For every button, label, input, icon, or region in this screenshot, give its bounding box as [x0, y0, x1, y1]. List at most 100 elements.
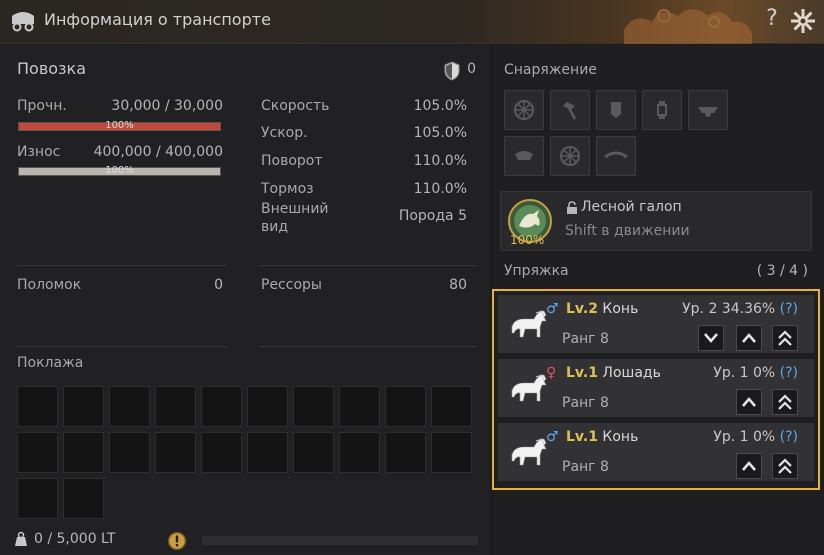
wheel-icon: [514, 100, 534, 120]
brake-value: 110.0%: [413, 181, 467, 197]
defense-value: 0: [467, 61, 476, 77]
move-up-button[interactable]: [736, 453, 762, 479]
cargo-slot[interactable]: [385, 386, 426, 427]
cargo-slot[interactable]: [293, 386, 334, 427]
equipment-slot-reins[interactable]: [596, 136, 636, 176]
skill-name: Лесной галоп: [581, 199, 682, 215]
horse-name: Lv.1 Лошадь: [566, 365, 661, 381]
cargo-slot[interactable]: [247, 386, 288, 427]
move-up-button[interactable]: [736, 389, 762, 415]
harness-count: ( 3 / 4 ): [756, 263, 808, 279]
help-button[interactable]: ?: [762, 6, 782, 31]
title-bar: Информация о транспорте ?: [0, 0, 824, 44]
horse-icon: [511, 438, 547, 466]
equipment-slot-wheel[interactable]: [504, 90, 544, 130]
appearance-label-line2: вид: [261, 219, 289, 235]
equipment-slot-banner[interactable]: [596, 90, 636, 130]
wear-bar: 100%: [18, 165, 221, 176]
horse-name: Lv.1 Конь: [566, 429, 638, 445]
skill-card[interactable]: 100% Лесной галоп Shift в движении: [500, 191, 812, 251]
appearance-value: Порода 5: [398, 208, 467, 224]
help-icon[interactable]: (?): [780, 301, 798, 317]
help-icon[interactable]: (?): [780, 429, 798, 445]
cargo-slot[interactable]: [63, 432, 104, 473]
harness-list: ♂ Lv.2 Конь Ур. 2 34.36% (?) Ранг 8 ♀ Lv.1 Ло…: [492, 289, 820, 490]
breakdowns-value: 0: [214, 277, 223, 293]
wear-pct: 100%: [105, 165, 134, 176]
weight-icon: [15, 531, 27, 546]
horse-xp-value: Ур. 1 0%: [713, 365, 780, 381]
harness-title: Упряжка: [504, 263, 569, 279]
vehicle-name: Повозка: [17, 59, 87, 78]
horse-row[interactable]: ♂ Lv.1 Конь Ур. 1 0% (?) Ранг 8: [498, 423, 814, 481]
equipment-slot-horse-armor[interactable]: [688, 90, 728, 130]
durability-pct: 100%: [105, 120, 134, 131]
durability-value: 30,000 / 30,000: [111, 98, 223, 114]
horse-rank: Ранг 8: [562, 331, 609, 347]
horse-level: Lv.2: [566, 301, 598, 317]
cargo-slot[interactable]: [109, 386, 150, 427]
equipment-title: Снаряжение: [504, 62, 597, 78]
horse-icon: [511, 310, 547, 338]
shield-icon: [444, 61, 460, 81]
reins-icon: [604, 151, 628, 159]
cargo-slot[interactable]: [385, 432, 426, 473]
horse-name: Lv.2 Конь: [566, 301, 638, 317]
turn-label: Поворот: [261, 153, 323, 169]
cargo-slot[interactable]: [17, 478, 58, 519]
cargo-slot[interactable]: [431, 432, 472, 473]
durability-bar: 100%: [18, 120, 221, 131]
cargo-slot[interactable]: [339, 432, 380, 473]
equipment-slot-saddle[interactable]: [504, 136, 544, 176]
horse-icon: [511, 374, 547, 402]
cargo-slot[interactable]: [339, 386, 380, 427]
cargo-title: Поклажа: [17, 355, 84, 371]
skill-key: Shift в движении: [565, 223, 690, 239]
horse-row[interactable]: ♀ Lv.1 Лошадь Ур. 1 0% (?) Ранг 8: [498, 359, 814, 417]
move-up-button[interactable]: [736, 325, 762, 351]
horse-type: Конь: [602, 429, 639, 445]
settings-gear-icon[interactable]: [790, 8, 816, 34]
banner-icon: [611, 102, 621, 118]
cargo-slot[interactable]: [201, 386, 242, 427]
axe-icon: [563, 102, 577, 120]
gender-icon: ♂: [546, 301, 559, 317]
appearance-label: Внешний вид: [261, 200, 329, 236]
equipment-slot-lantern[interactable]: [642, 90, 682, 130]
move-top-button[interactable]: [772, 389, 798, 415]
horse-rank: Ранг 8: [562, 459, 609, 475]
cargo-slot[interactable]: [17, 432, 58, 473]
move-top-button[interactable]: [772, 325, 798, 351]
horse-xp: Ур. 1 0% (?): [713, 365, 798, 381]
cargo-slot[interactable]: [431, 386, 472, 427]
cargo-slot[interactable]: [247, 432, 288, 473]
cargo-slot[interactable]: [201, 432, 242, 473]
horse-rank: Ранг 8: [562, 395, 609, 411]
wear-label: Износ: [17, 144, 61, 160]
cargo-slot[interactable]: [155, 432, 196, 473]
appearance-label-line1: Внешний: [261, 201, 329, 217]
horse-level: Lv.1: [566, 429, 598, 445]
cargo-slot[interactable]: [63, 386, 104, 427]
move-down-button[interactable]: [698, 325, 724, 351]
cargo-slot[interactable]: [63, 478, 104, 519]
horse-type: Лошадь: [602, 365, 661, 381]
springs-label: Рессоры: [261, 277, 322, 293]
cargo-slot[interactable]: [293, 432, 334, 473]
equipment-slot-axle[interactable]: [550, 90, 590, 130]
cargo-slot[interactable]: [17, 386, 58, 427]
wheel-icon: [560, 146, 580, 166]
warning-icon[interactable]: [167, 531, 187, 551]
move-top-button[interactable]: [772, 453, 798, 479]
cargo-slot[interactable]: [109, 432, 150, 473]
divider: [259, 346, 477, 347]
horse-level: Lv.1: [566, 365, 598, 381]
help-icon[interactable]: (?): [780, 365, 798, 381]
brake-label: Тормоз: [261, 181, 314, 197]
cargo-slot[interactable]: [155, 386, 196, 427]
equipment-slot-wheel-2[interactable]: [550, 136, 590, 176]
saddle-icon: [515, 151, 533, 160]
horse-xp: Ур. 2 34.36% (?): [682, 301, 798, 317]
horse-row[interactable]: ♂ Lv.2 Конь Ур. 2 34.36% (?) Ранг 8: [498, 295, 814, 353]
turn-value: 110.0%: [413, 153, 467, 169]
